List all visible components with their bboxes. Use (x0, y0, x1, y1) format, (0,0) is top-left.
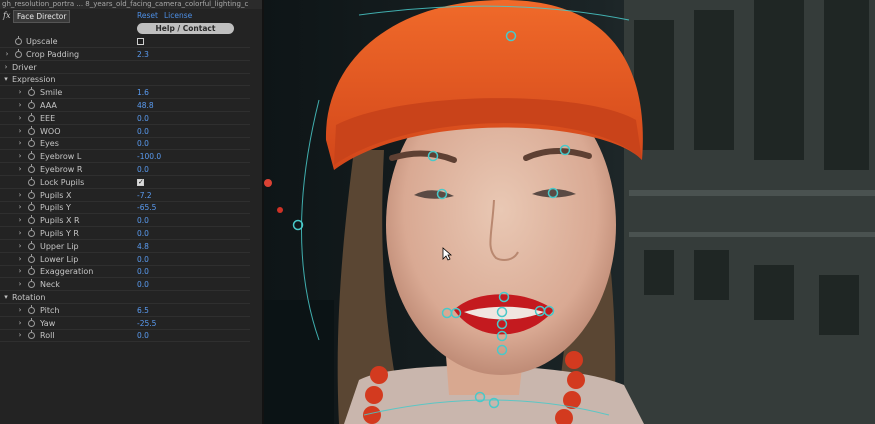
face-control-handle[interactable] (474, 391, 486, 403)
param-row[interactable]: › Driver (0, 61, 262, 74)
effect-header: fx Face Director Reset License (0, 10, 262, 23)
param-row[interactable]: Upscale (0, 35, 262, 48)
face-control-handle[interactable] (498, 291, 510, 303)
param-row[interactable]: › Pupils X R 0.0 (0, 214, 262, 228)
param-row[interactable]: › Smile 1.6 (0, 86, 262, 100)
stopwatch-icon[interactable] (28, 228, 35, 237)
param-row[interactable]: › Pupils Y -65.5 (0, 201, 262, 215)
param-row[interactable]: Lock Pupils (0, 176, 262, 189)
stopwatch-icon[interactable] (28, 176, 35, 186)
face-control-handle[interactable] (559, 144, 571, 156)
param-row[interactable]: › Eyebrow L -100.0 (0, 150, 262, 164)
face-control-handle[interactable] (496, 330, 508, 342)
param-row[interactable]: › AAA 48.8 (0, 99, 262, 112)
param-row[interactable]: › WOO 0.0 (0, 125, 262, 138)
param-row[interactable]: › Exaggeration 0.0 (0, 265, 262, 279)
face-control-handle[interactable] (547, 187, 559, 199)
param-row[interactable]: › Roll 0.0 (0, 329, 262, 343)
composition-viewer[interactable] (264, 0, 875, 424)
face-control-handle[interactable] (292, 219, 304, 231)
stopwatch-icon[interactable] (28, 266, 35, 276)
effect-name[interactable]: Face Director (13, 10, 71, 23)
stopwatch-icon[interactable] (28, 330, 35, 340)
license-link[interactable]: License (164, 11, 192, 20)
stopwatch-icon[interactable] (28, 304, 35, 314)
fx-icon[interactable]: fx (3, 11, 10, 20)
face-control-handle[interactable] (427, 150, 439, 162)
stopwatch-icon[interactable] (28, 202, 35, 212)
layer-title: gh_resolution_portra ... 8_years_old_fac… (0, 0, 262, 9)
effect-controls-panel: gh_resolution_portra ... 8_years_old_fac… (0, 0, 262, 424)
face-control-handle[interactable] (488, 397, 500, 409)
face-control-handle[interactable] (441, 307, 453, 319)
param-row[interactable]: › Lower Lip 0.0 (0, 253, 262, 266)
param-row[interactable]: › Neck 0.0 (0, 278, 262, 292)
stopwatch-icon[interactable] (15, 36, 22, 45)
stopwatch-icon[interactable] (28, 125, 35, 135)
face-control-handle[interactable] (543, 305, 555, 317)
face-control-handle[interactable] (436, 188, 448, 200)
stopwatch-icon[interactable] (28, 279, 35, 289)
param-row[interactable]: ▾ Rotation (0, 291, 262, 304)
param-row[interactable]: › Pupils X -7.2 (0, 189, 262, 202)
stopwatch-icon[interactable] (28, 87, 35, 97)
param-row[interactable]: › Eyes 0.0 (0, 137, 262, 151)
reset-link[interactable]: Reset (137, 11, 158, 20)
arrow-cursor-icon (442, 247, 453, 263)
stopwatch-icon[interactable] (28, 151, 35, 161)
param-row[interactable]: › Eyebrow R 0.0 (0, 163, 262, 176)
param-row[interactable]: › Upper Lip 4.8 (0, 240, 262, 253)
stopwatch-icon[interactable] (28, 164, 35, 173)
param-row[interactable]: › Pitch 6.5 (0, 304, 262, 317)
help-contact-button[interactable]: Help / Contact (137, 23, 234, 34)
param-row[interactable]: › Pupils Y R 0.0 (0, 227, 262, 240)
control-handles[interactable] (264, 0, 875, 424)
face-control-handle[interactable] (496, 344, 508, 356)
param-row[interactable]: ▾ Expression (0, 73, 262, 87)
face-control-handle[interactable] (534, 305, 546, 317)
face-control-handle[interactable] (496, 318, 508, 330)
stopwatch-icon[interactable] (28, 112, 35, 122)
param-row[interactable]: › Yaw -25.5 (0, 317, 262, 330)
stopwatch-icon[interactable] (28, 253, 35, 263)
stopwatch-icon[interactable] (28, 100, 35, 109)
param-checkbox[interactable] (137, 176, 144, 189)
stopwatch-icon[interactable] (28, 215, 35, 225)
face-control-handle[interactable] (450, 307, 462, 319)
stopwatch-icon[interactable] (28, 138, 35, 148)
face-control-handle[interactable] (505, 30, 517, 42)
stopwatch-icon[interactable] (28, 317, 35, 327)
stopwatch-icon[interactable] (15, 48, 22, 58)
param-row[interactable]: › Crop Padding 2.3 (0, 48, 262, 61)
stopwatch-icon[interactable] (28, 189, 35, 199)
row-divider (0, 341, 250, 343)
face-control-handle[interactable] (496, 306, 508, 318)
param-row[interactable]: › EEE 0.0 (0, 112, 262, 125)
param-checkbox[interactable] (137, 38, 144, 45)
stopwatch-icon[interactable] (28, 240, 35, 250)
